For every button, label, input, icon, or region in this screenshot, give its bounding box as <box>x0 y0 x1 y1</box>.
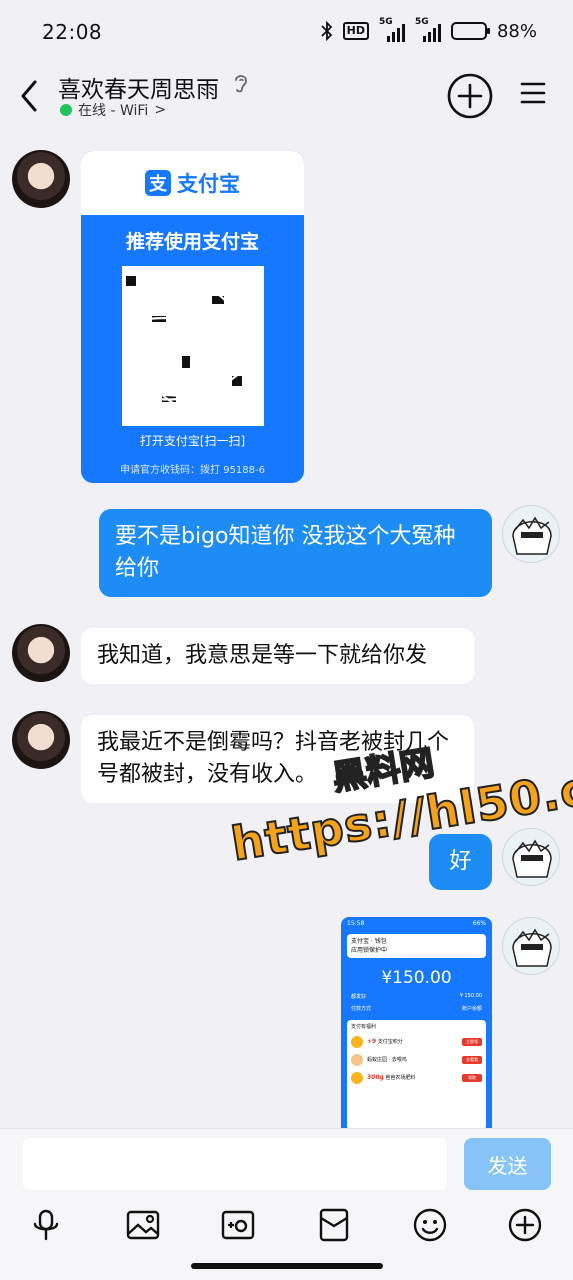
pay-benefit-item: +9 支付宝积分 立即领 <box>351 1036 482 1048</box>
scribble-overlay <box>121 267 264 426</box>
composer-toolbar <box>0 1207 573 1247</box>
online-status[interactable]: 在线 - WiFi > <box>60 100 166 120</box>
message-bubble-outgoing[interactable]: 好 <box>429 834 492 890</box>
pay-app-bar: 支付宝 · 钱包 应用锁保护中 <box>347 934 486 958</box>
online-dot <box>60 104 72 116</box>
anime-avatar-icon <box>512 928 552 967</box>
my-avatar[interactable] <box>502 917 560 975</box>
coin-icon <box>351 1072 363 1084</box>
contact-avatar[interactable] <box>12 150 70 208</box>
message-bubble-outgoing[interactable]: 要不是bigo知道你 没我这个大冤种给你 <box>99 509 492 597</box>
message-bubble-incoming[interactable]: 我最近不是倒霉吗？抖音老被封几个号都被封，没有收入。 <box>81 715 474 803</box>
qr-code-scribbled <box>121 266 264 426</box>
chicken-icon <box>351 1054 363 1066</box>
message-input[interactable] <box>23 1138 447 1190</box>
status-bar: 22:08 HD 5G 5G 88% <box>0 0 573 66</box>
pay-row: 付款方式 账户余额 <box>351 1006 482 1012</box>
bluetooth-icon <box>321 21 332 41</box>
signal-icon: 5G <box>415 17 441 42</box>
message-list[interactable]: 支 支付宝 推荐使用支付宝 打开支付宝[扫一扫] 申请官方收钱码：拨打 9518… <box>0 128 573 1128</box>
alipay-footer-text: 申请官方收钱码：拨打 95188-6 <box>120 465 265 476</box>
image-icon[interactable] <box>125 1207 161 1243</box>
alipay-headline: 推荐使用支付宝 <box>125 231 259 253</box>
battery-icon <box>450 22 490 40</box>
add-circle-button[interactable] <box>446 72 494 120</box>
alipay-qr-image[interactable]: 支 支付宝 推荐使用支付宝 打开支付宝[扫一扫] 申请官方收钱码：拨打 9518… <box>81 151 304 483</box>
home-indicator[interactable] <box>191 1263 383 1269</box>
plus-icon[interactable] <box>507 1207 543 1243</box>
chevron-right-icon: > <box>154 102 167 118</box>
alipay-scan-text: 打开支付宝[扫一扫] <box>139 434 246 448</box>
contact-name[interactable]: 喜欢春天周思雨 <box>58 70 219 104</box>
pay-status-bar: 15:58 66% <box>347 920 486 927</box>
alipay-brand: 支付宝 <box>177 172 240 196</box>
payment-screenshot-image[interactable]: 15:58 66% 支付宝 · 钱包 应用锁保护中 ¥150.00 都发好 ¥ 15… <box>341 917 492 1128</box>
menu-button[interactable] <box>520 80 546 106</box>
composer: 发送 <box>0 1128 573 1280</box>
pay-benefit-item: 300g 芭芭农场肥料 领取 <box>351 1072 482 1084</box>
status-icons: HD 5G 5G 88% <box>321 17 537 42</box>
signal-icon: 5G <box>379 17 405 42</box>
send-button[interactable]: 发送 <box>464 1138 551 1190</box>
anime-avatar-icon <box>512 839 552 878</box>
pay-amount: ¥150.00 <box>381 968 452 988</box>
chat-header: 喜欢春天周思雨 在线 - WiFi > <box>0 66 573 128</box>
red-packet-icon[interactable] <box>316 1207 352 1243</box>
message-bubble-incoming[interactable]: 我知道，我意思是等一下就给你发 <box>81 628 474 684</box>
battery-percent: 88% <box>496 20 537 42</box>
my-avatar[interactable] <box>502 505 560 563</box>
alipay-icon: 支 <box>145 170 171 196</box>
coin-icon <box>351 1036 363 1048</box>
ear-icon[interactable] <box>232 72 250 94</box>
online-status-text: 在线 - WiFi <box>78 103 149 119</box>
camera-icon[interactable] <box>220 1207 256 1243</box>
my-avatar[interactable] <box>502 828 560 886</box>
pay-benefit-item: 蚂蚁庄园 · 去喂鸡 去看看 <box>351 1054 482 1066</box>
anime-avatar-icon <box>512 516 552 555</box>
pay-row: 都发好 ¥ 150.00 <box>351 993 482 1000</box>
back-button[interactable] <box>14 76 44 116</box>
emoji-icon[interactable] <box>412 1207 448 1243</box>
microphone-icon[interactable] <box>28 1207 64 1243</box>
pay-benefits: 支付有福利 +9 支付宝积分 立即领 蚂蚁庄园 · 去喂鸡 去看看 300g 芭… <box>347 1020 486 1128</box>
alipay-logo: 支 支付宝 <box>81 151 304 215</box>
hd-voice-badge: HD <box>342 22 369 40</box>
chevron-left-icon <box>21 80 37 112</box>
contact-avatar[interactable] <box>12 624 70 682</box>
status-time: 22:08 <box>42 20 103 44</box>
contact-avatar[interactable] <box>12 711 70 769</box>
